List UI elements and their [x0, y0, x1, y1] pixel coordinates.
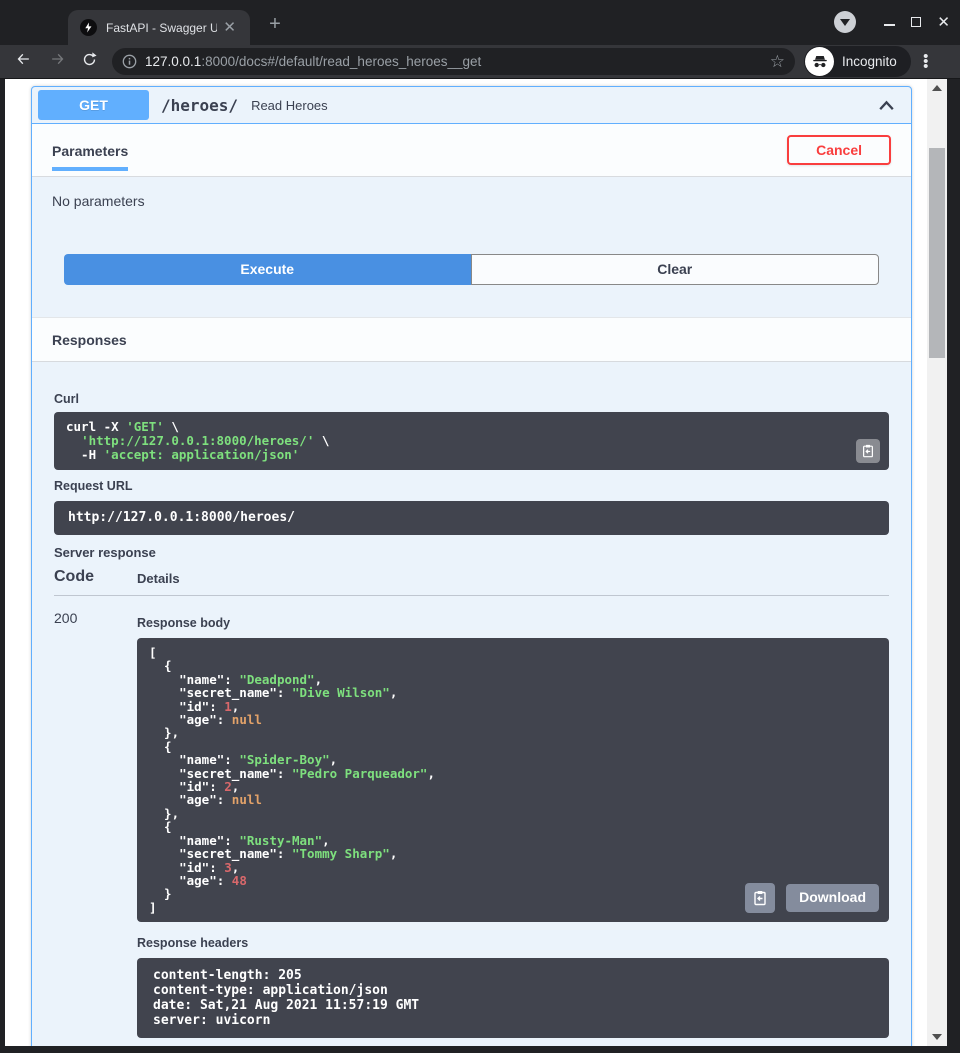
operation-path: /heroes/ — [161, 96, 238, 115]
no-parameters-text: No parameters — [52, 193, 145, 209]
url-omnibox[interactable]: 127.0.0.1:8000/docs#/default/read_heroes… — [112, 48, 795, 75]
curl-label: Curl — [54, 392, 889, 406]
browser-tab[interactable]: FastAPI - Swagger UI ✕ — [68, 10, 250, 45]
url-text: 127.0.0.1:8000/docs#/default/read_heroes… — [145, 54, 764, 69]
clear-button[interactable]: Clear — [471, 254, 880, 285]
response-body-label: Response body — [137, 608, 889, 630]
scroll-down-icon[interactable] — [932, 1034, 942, 1040]
tab-search-button[interactable] — [834, 11, 856, 33]
forward-button[interactable] — [44, 51, 70, 72]
code-column-header: Code — [54, 568, 137, 586]
swagger-page: GET /heroes/ Read Heroes Parameters Canc… — [5, 79, 927, 1046]
tab-close-icon[interactable]: ✕ — [217, 18, 242, 37]
incognito-icon — [805, 47, 834, 76]
incognito-label: Incognito — [842, 54, 897, 69]
response-table-header: Code Details — [54, 568, 889, 596]
incognito-badge: Incognito — [804, 46, 911, 77]
details-column-header: Details — [137, 568, 180, 586]
status-code: 200 — [54, 608, 137, 1038]
cancel-button[interactable]: Cancel — [787, 135, 891, 165]
bookmark-star-icon[interactable]: ☆ — [770, 52, 785, 72]
browser-titlebar: FastAPI - Swagger UI ✕ + ✕ — [0, 0, 960, 45]
tab-title: FastAPI - Swagger UI — [106, 21, 217, 35]
url-host: 127.0.0.1 — [145, 54, 201, 69]
maximize-button[interactable] — [911, 17, 921, 27]
scroll-up-icon[interactable] — [932, 85, 942, 91]
new-tab-button[interactable]: + — [262, 14, 288, 34]
tab-parameters: Parameters — [52, 129, 128, 171]
responses-title: Responses — [52, 332, 127, 348]
responses-header: Responses — [32, 317, 911, 362]
url-path: :8000/docs#/default/read_heroes_heroes__… — [201, 54, 481, 69]
operation-block: GET /heroes/ Read Heroes Parameters Canc… — [31, 86, 912, 1046]
page-scrollbar[interactable] — [927, 79, 947, 1046]
method-badge: GET — [38, 90, 149, 120]
response-row: 200 Response body [ { "name": "Deadpond"… — [54, 596, 889, 1038]
back-button[interactable] — [10, 51, 36, 72]
execute-button[interactable]: Execute — [64, 254, 471, 285]
fastapi-favicon-icon — [80, 19, 97, 36]
browser-menu-button[interactable]: ••• — [911, 54, 941, 69]
parameters-header: Parameters Cancel — [32, 124, 911, 177]
response-body: [ { "name": "Deadpond", "secret_name": "… — [137, 638, 889, 922]
copy-curl-button[interactable] — [856, 439, 880, 463]
scrollbar-thumb[interactable] — [929, 148, 945, 358]
site-info-icon[interactable] — [122, 54, 137, 69]
request-url-label: Request URL — [54, 479, 889, 493]
download-button[interactable]: Download — [786, 884, 879, 911]
browser-toolbar: 127.0.0.1:8000/docs#/default/read_heroes… — [0, 45, 960, 79]
response-headers-label: Response headers — [137, 936, 889, 950]
response-headers: content-length: 205content-type: applica… — [137, 958, 889, 1038]
reload-button[interactable] — [76, 51, 102, 73]
operation-summary[interactable]: GET /heroes/ Read Heroes — [32, 87, 911, 124]
operation-description: Read Heroes — [251, 98, 328, 113]
curl-command: curl -X 'GET' \ 'http://127.0.0.1:8000/h… — [54, 412, 889, 470]
chevron-up-icon[interactable] — [876, 95, 897, 116]
request-url-value: http://127.0.0.1:8000/heroes/ — [54, 501, 889, 535]
close-window-button[interactable]: ✕ — [937, 15, 950, 30]
server-response-label: Server response — [54, 545, 889, 560]
copy-response-button[interactable] — [745, 883, 775, 913]
minimize-button[interactable] — [884, 24, 895, 26]
